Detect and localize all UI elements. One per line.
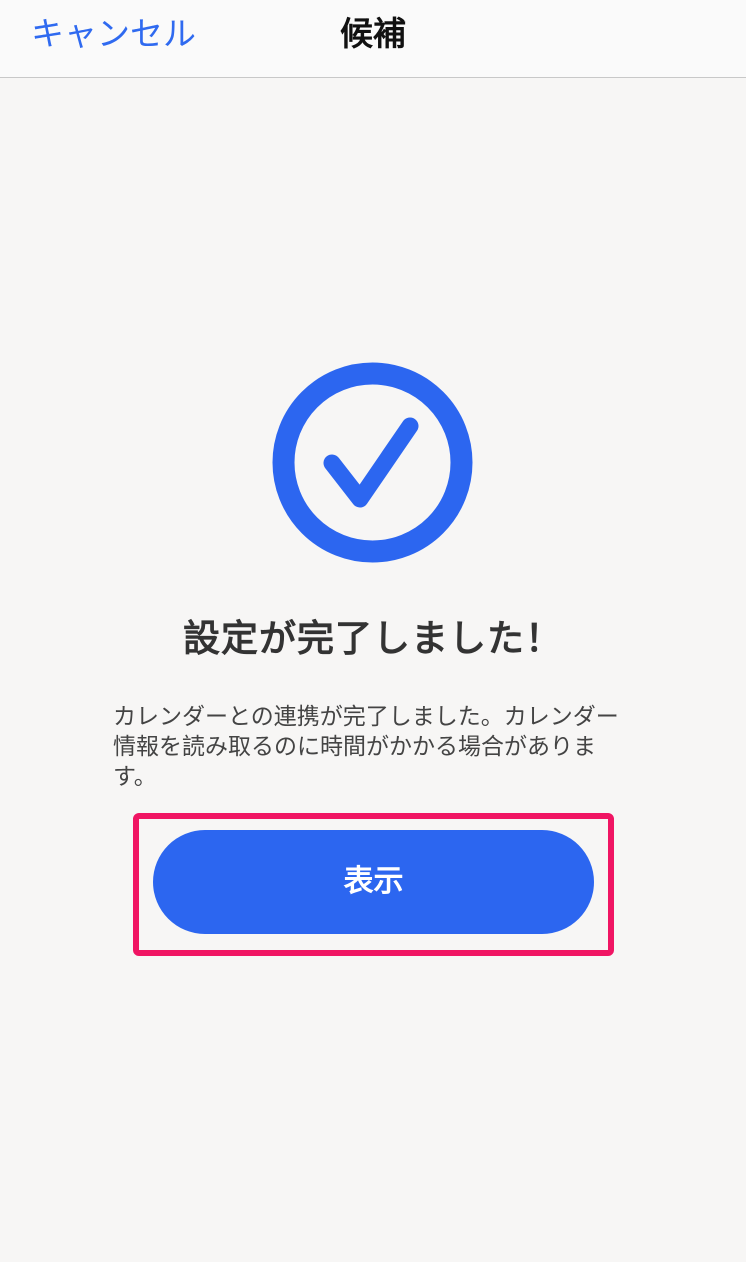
check-circle-icon: [272, 362, 473, 563]
completion-description: カレンダーとの連携が完了しました。カレンダー情報を読み取るのに時間がかかる場合が…: [113, 704, 619, 790]
show-button[interactable]: 表示: [153, 830, 594, 934]
navigation-bar: キャンセル 候補: [0, 0, 746, 78]
completion-heading: 設定が完了しました！: [183, 617, 563, 660]
page-title: 候補: [340, 14, 406, 53]
